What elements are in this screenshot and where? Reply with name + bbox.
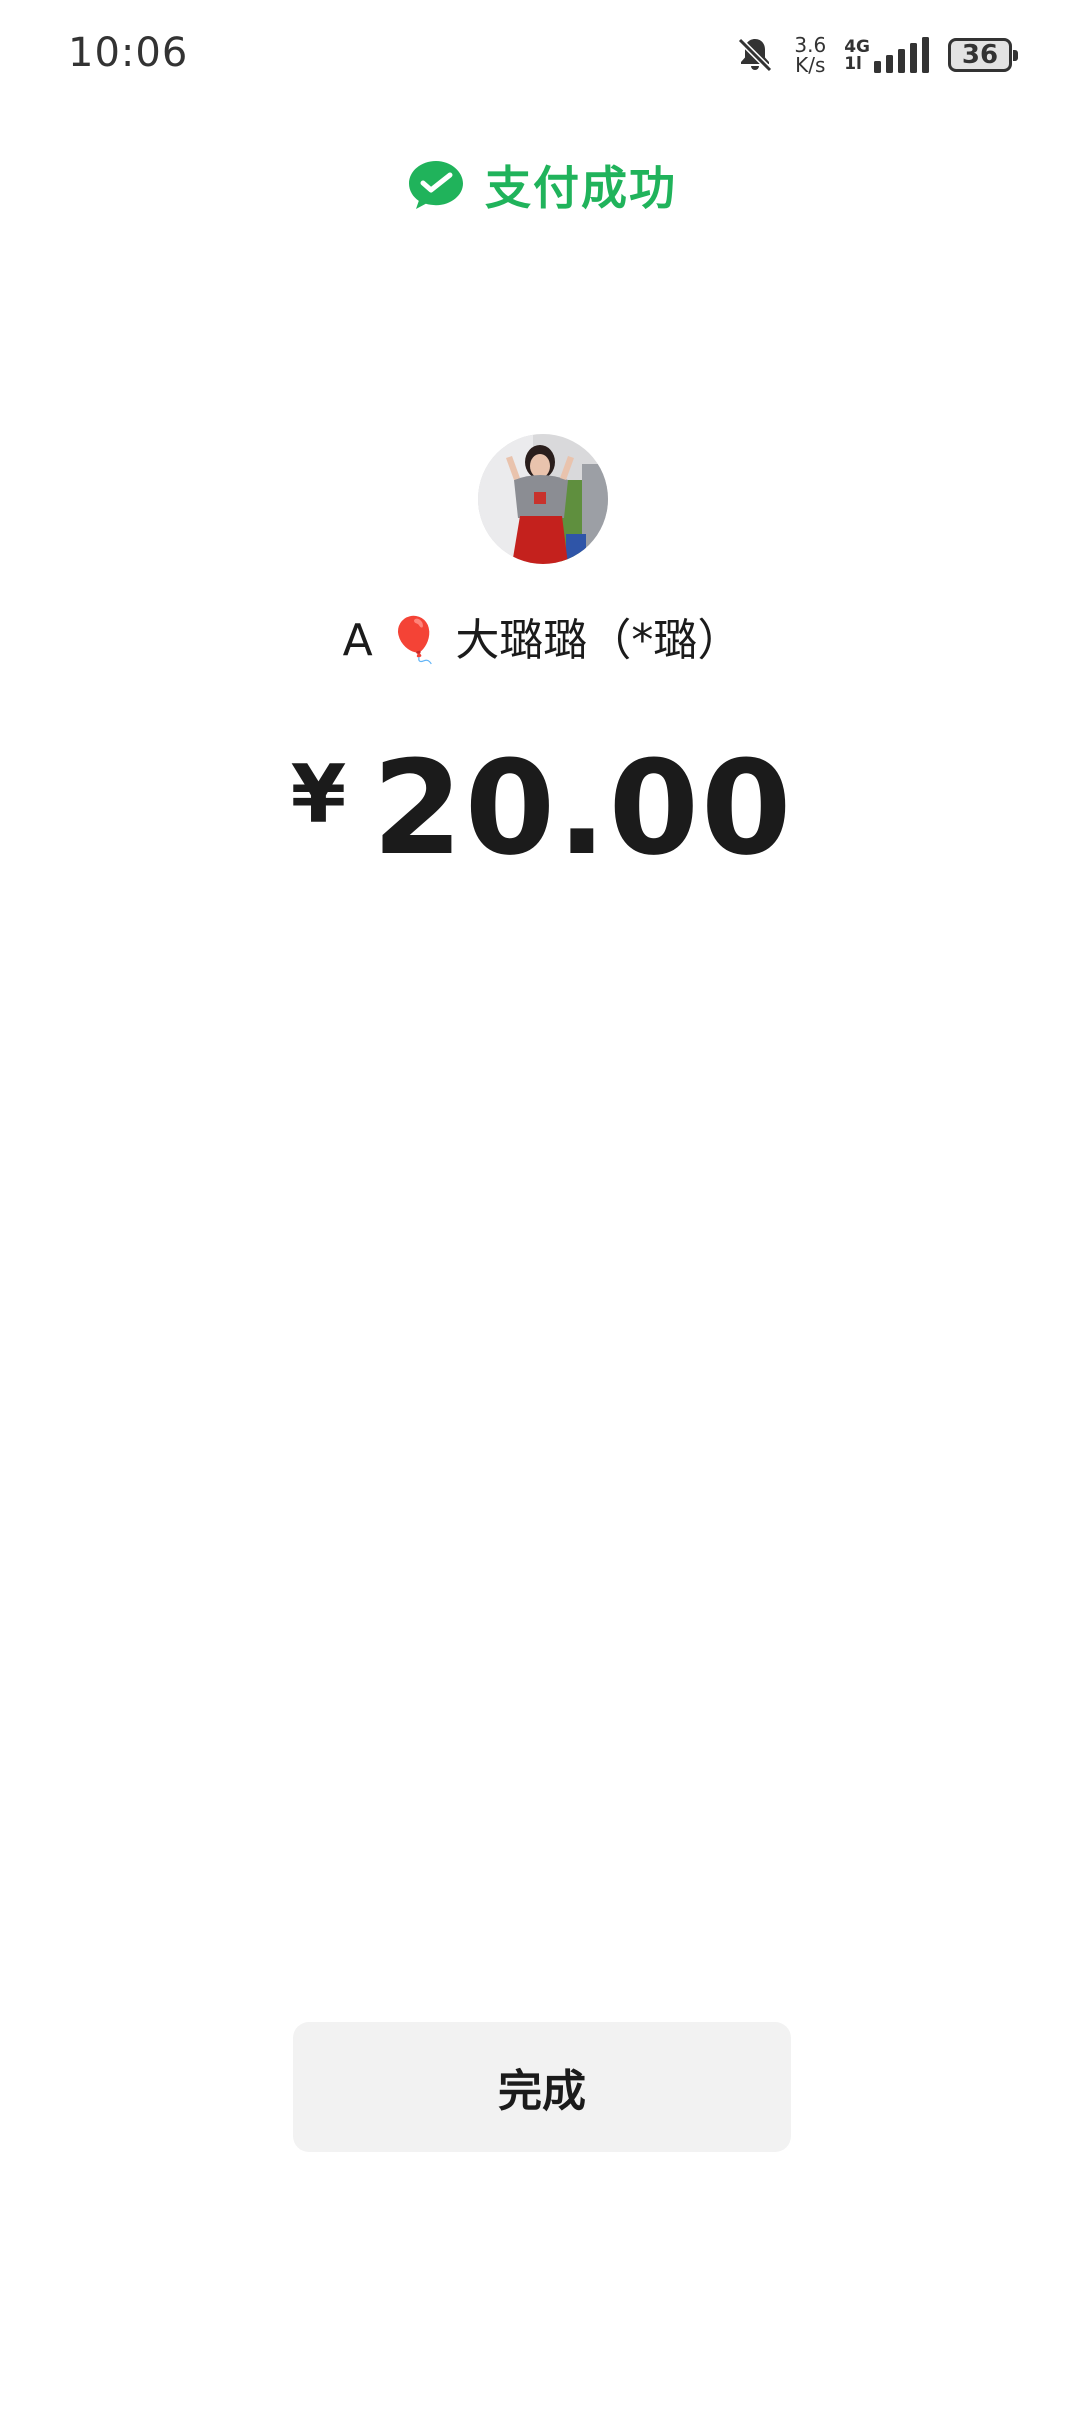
- payee-name: A 🎈 大璐璐（*璐）: [342, 615, 742, 666]
- net-speed: 3.6 K/s: [794, 35, 826, 75]
- cell-signal: 4G 1l: [844, 37, 930, 73]
- signal-bars-icon: [874, 37, 929, 73]
- payment-result-header: 支付成功: [0, 152, 1084, 218]
- status-bar: 10:06 3.6 K/s 4G 1l 36: [0, 0, 1084, 110]
- status-time: 10:06: [68, 30, 189, 76]
- page-title: 支付成功: [485, 161, 677, 215]
- avatar: [478, 434, 608, 564]
- network-type: 4G 1l: [844, 39, 870, 73]
- status-icons: 3.6 K/s 4G 1l 36: [734, 30, 1018, 80]
- network-sub-label: 1l: [844, 54, 862, 74]
- wechat-pay-icon: [409, 161, 463, 209]
- bell-muted-icon: [738, 37, 773, 73]
- currency-symbol: ¥: [290, 748, 347, 841]
- amount-value: 20.00: [372, 732, 794, 884]
- avatar-photo: [478, 434, 608, 564]
- payment-amount: ¥ 20.00: [0, 740, 1084, 876]
- battery-level: 36: [961, 40, 999, 70]
- battery-indicator: 36: [948, 38, 1018, 72]
- done-button[interactable]: 完成: [293, 2022, 791, 2152]
- net-speed-value: 3.6: [794, 33, 827, 57]
- net-speed-unit: K/s: [795, 53, 826, 77]
